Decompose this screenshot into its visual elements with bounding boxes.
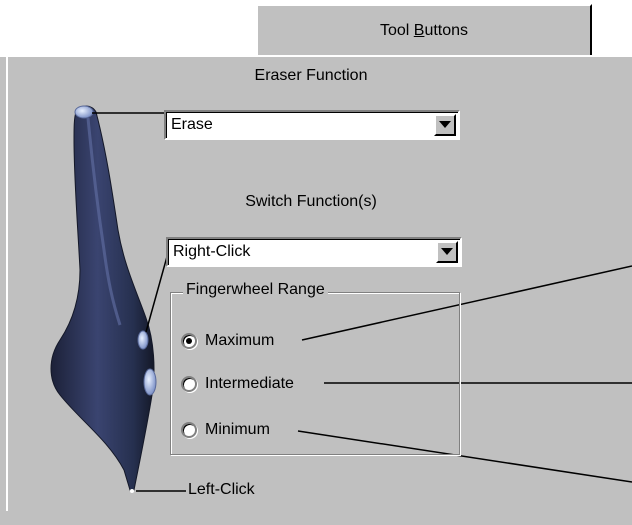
switch-function-select[interactable]: Right-Click bbox=[166, 237, 462, 267]
radio-button-minimum[interactable] bbox=[181, 422, 197, 438]
radio-label-maximum: Maximum bbox=[205, 332, 275, 349]
left-click-label: Left-Click bbox=[188, 481, 255, 498]
chevron-down-icon bbox=[441, 248, 453, 255]
pen-nib bbox=[130, 489, 134, 493]
side-switch bbox=[137, 330, 149, 350]
radio-intermediate[interactable]: Intermediate bbox=[181, 373, 294, 395]
radio-label-minimum: Minimum bbox=[205, 421, 270, 438]
radio-label-intermediate: Intermediate bbox=[205, 375, 294, 392]
switch-function-value: Right-Click bbox=[173, 243, 251, 260]
eraser-function-heading: Eraser Function bbox=[254, 67, 368, 84]
radio-maximum[interactable]: Maximum bbox=[181, 330, 274, 352]
eraser-function-select[interactable]: Erase bbox=[164, 110, 460, 140]
switch-function-heading: Switch Function(s) bbox=[245, 193, 377, 210]
eraser-dropdown-button[interactable] bbox=[434, 114, 456, 136]
radio-button-intermediate[interactable] bbox=[181, 376, 197, 392]
radio-button-maximum[interactable] bbox=[181, 333, 197, 349]
fingerwheel-range-title: Fingerwheel Range bbox=[183, 281, 328, 299]
switch-dropdown-button[interactable] bbox=[436, 241, 458, 263]
pen-body bbox=[50, 105, 155, 491]
radio-minimum[interactable]: Minimum bbox=[181, 419, 270, 441]
chevron-down-icon bbox=[439, 121, 451, 128]
eraser-function-value: Erase bbox=[171, 116, 213, 133]
fingerwheel-range-group: Fingerwheel Range Maximum Intermediate M… bbox=[170, 281, 460, 455]
fingerwheel bbox=[143, 368, 157, 396]
eraser-tip bbox=[74, 105, 94, 119]
